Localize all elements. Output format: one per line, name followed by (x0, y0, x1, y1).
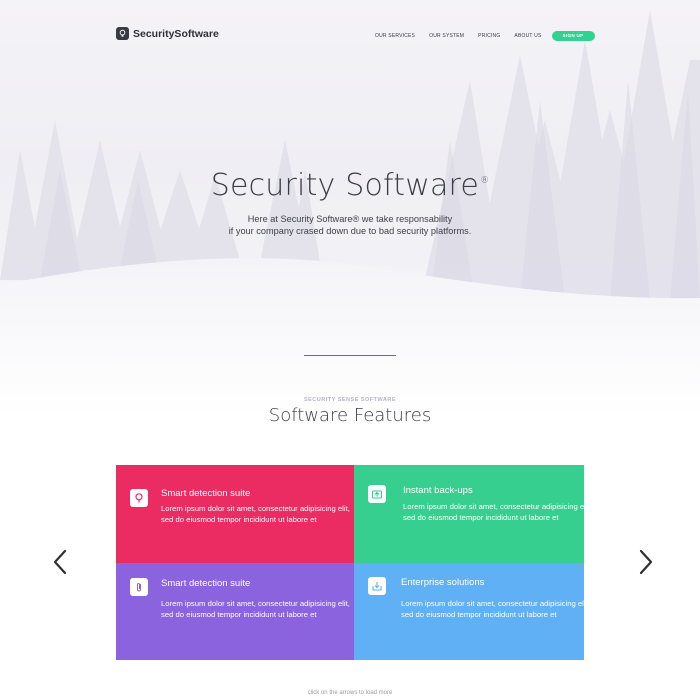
hero-section (0, 0, 700, 420)
upload-icon (368, 485, 386, 503)
brand-name: SecuritySoftware (133, 27, 219, 40)
bulb-icon (130, 489, 148, 507)
feature-tile-smart-detection-2[interactable]: Smart detection suite Lorem ipsum dolor … (116, 563, 354, 660)
section-divider (304, 355, 396, 356)
feature-text: Lorem ipsum dolor sit amet, consectetur … (161, 599, 350, 619)
feature-title: Smart detection suite (161, 578, 251, 589)
features-grid: Smart detection suite Lorem ipsum dolor … (116, 465, 592, 660)
nav-item-about-us[interactable]: ABOUT US (514, 33, 541, 39)
registered-mark: ® (480, 176, 490, 186)
download-icon (368, 577, 386, 595)
load-more-hint: click on the arrows to load more (307, 690, 393, 696)
feature-tile-instant-backups[interactable]: Instant back-ups Lorem ipsum dolor sit a… (354, 465, 592, 563)
bulb-icon (116, 27, 129, 40)
page: SecuritySoftware OUR SERVICES OUR SYSTEM… (0, 0, 700, 700)
hero-title-text: Security Software (210, 168, 480, 203)
features-eyebrow: SECURITY SENSE SOFTWARE (303, 397, 397, 403)
feature-text: Lorem ipsum dolor sit amet, consectetur … (401, 599, 590, 619)
hero-subtitle-line-2: if your company crased down due to bad s… (228, 225, 472, 236)
feature-tile-enterprise-solutions[interactable]: Enterprise solutions Lorem ipsum dolor s… (354, 563, 590, 660)
nav-item-our-system[interactable]: OUR SYSTEM (429, 33, 464, 39)
brand-logo[interactable]: SecuritySoftware (116, 27, 219, 40)
snowy-forest-background (0, 10, 700, 420)
hero-title: Security Software® (0, 168, 700, 203)
hero-subtitle: Here at Security Software® we take respo… (0, 214, 700, 237)
nav-item-pricing[interactable]: PRICING (478, 33, 500, 39)
sign-up-button[interactable]: SIGN UP (551, 31, 595, 41)
feature-title: Enterprise solutions (401, 577, 485, 588)
feature-title: Instant back-ups (403, 485, 473, 496)
chevron-right-icon[interactable] (636, 548, 656, 576)
hero-subtitle-line-1: Here at Security Software® we take respo… (247, 214, 453, 224)
feature-text: Lorem ipsum dolor sit amet, consectetur … (403, 502, 592, 522)
features-title: Software Features (268, 405, 432, 426)
paperclip-icon (130, 578, 148, 596)
chevron-left-icon[interactable] (50, 548, 70, 576)
feature-text: Lorem ipsum dolor sit amet, consectetur … (161, 504, 350, 524)
feature-tile-smart-detection[interactable]: Smart detection suite Lorem ipsum dolor … (116, 465, 354, 563)
main-nav: OUR SERVICES OUR SYSTEM PRICING ABOUT US… (375, 31, 595, 41)
feature-title: Smart detection suite (161, 488, 251, 499)
nav-item-our-services[interactable]: OUR SERVICES (375, 33, 415, 39)
